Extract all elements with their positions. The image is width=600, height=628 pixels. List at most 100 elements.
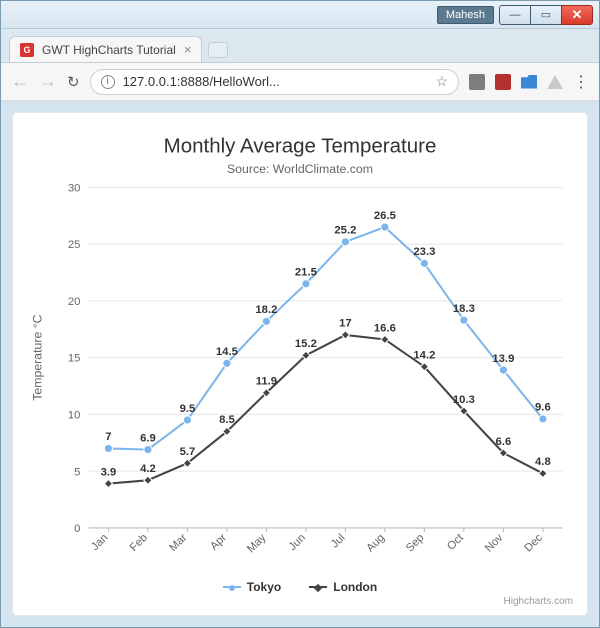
browser-window: Mahesh — ▭ ✕ G GWT HighCharts Tutorial ×… <box>0 0 600 628</box>
data-point[interactable] <box>262 317 270 325</box>
page-content: Monthly Average Temperature Source: World… <box>1 101 599 627</box>
extension-icon-2[interactable] <box>495 74 511 90</box>
data-point[interactable] <box>341 238 349 246</box>
x-tick-label: Sep <box>404 532 427 555</box>
extension-icon-1[interactable] <box>469 74 485 90</box>
data-label: 15.2 <box>295 338 317 350</box>
data-label: 4.8 <box>535 456 551 468</box>
chart-subtitle: Source: WorldClimate.com <box>227 162 373 176</box>
x-tick-label: Jan <box>89 532 110 553</box>
omnibox[interactable]: i 127.0.0.1:8888/HelloWorl... ☆ <box>90 69 459 95</box>
browser-menu-icon[interactable]: ⋮ <box>573 72 589 92</box>
url-text: 127.0.0.1:8888/HelloWorl... <box>123 74 428 89</box>
y-tick-label: 15 <box>68 353 81 365</box>
window-controls: — ▭ ✕ <box>500 5 593 25</box>
data-point[interactable] <box>223 359 231 367</box>
new-tab-button[interactable] <box>208 42 228 58</box>
browser-toolbar: ← → ↻ i 127.0.0.1:8888/HelloWorl... ☆ ⋮ <box>1 63 599 101</box>
back-button[interactable]: ← <box>11 71 29 92</box>
data-point[interactable] <box>381 223 389 231</box>
legend-swatch-icon <box>223 586 241 588</box>
x-tick-label: Mar <box>167 532 189 554</box>
chart-legend: Tokyo London <box>23 574 577 596</box>
data-label: 11.9 <box>256 376 277 388</box>
x-tick-label: Nov <box>483 532 506 555</box>
data-label: 25.2 <box>334 225 356 237</box>
chart-credits: Highcharts.com <box>23 596 577 607</box>
x-tick-label: Jul <box>329 532 348 551</box>
legend-swatch-icon <box>309 586 327 588</box>
legend-item[interactable]: Tokyo <box>223 580 281 594</box>
chart-card: Monthly Average Temperature Source: World… <box>13 113 587 615</box>
reload-button[interactable]: ↻ <box>67 73 80 91</box>
data-label: 4.2 <box>140 463 156 475</box>
data-label: 7 <box>105 431 111 443</box>
data-label: 26.5 <box>374 210 396 222</box>
data-label: 23.3 <box>413 246 435 258</box>
tab-title: GWT HighCharts Tutorial <box>42 43 176 57</box>
x-tick-label: Feb <box>128 532 150 554</box>
user-badge: Mahesh <box>437 6 494 24</box>
data-label: 8.5 <box>219 414 235 426</box>
data-point[interactable] <box>183 416 191 424</box>
data-label: 5.7 <box>180 446 196 458</box>
x-tick-label: Jun <box>287 532 308 553</box>
data-label: 17 <box>339 318 352 330</box>
y-axis-label: Temperature °C <box>30 314 44 400</box>
data-label: 6.9 <box>140 432 156 444</box>
favicon-icon: G <box>20 43 34 57</box>
data-label: 18.2 <box>255 304 277 316</box>
data-label: 18.3 <box>453 303 475 315</box>
line-chart: Monthly Average Temperature Source: World… <box>23 131 577 574</box>
chart-title: Monthly Average Temperature <box>164 134 437 157</box>
minimize-button[interactable]: — <box>499 5 531 25</box>
data-point[interactable] <box>104 444 112 452</box>
data-label: 13.9 <box>492 353 514 365</box>
data-point[interactable] <box>144 445 152 453</box>
data-label: 14.5 <box>216 346 238 358</box>
data-point[interactable] <box>144 476 152 484</box>
data-label: 21.5 <box>295 267 317 279</box>
maximize-button[interactable]: ▭ <box>530 5 562 25</box>
data-point[interactable] <box>302 280 310 288</box>
series-line <box>108 227 542 450</box>
x-tick-label: Dec <box>522 532 545 555</box>
close-button[interactable]: ✕ <box>561 5 593 25</box>
legend-item[interactable]: London <box>309 580 377 594</box>
data-label: 3.9 <box>101 466 117 478</box>
tab-close-icon[interactable]: × <box>184 42 192 57</box>
data-point[interactable] <box>341 331 349 339</box>
folder-icon[interactable] <box>521 75 537 89</box>
y-tick-label: 5 <box>74 466 80 478</box>
data-point[interactable] <box>499 366 507 374</box>
drive-icon[interactable] <box>547 75 563 89</box>
data-point[interactable] <box>460 316 468 324</box>
legend-label: London <box>333 580 377 594</box>
data-label: 9.6 <box>535 402 551 414</box>
data-label: 6.6 <box>496 436 512 448</box>
data-point[interactable] <box>539 415 547 423</box>
data-point[interactable] <box>539 469 547 477</box>
forward-button[interactable]: → <box>39 71 57 92</box>
bookmark-star-icon[interactable]: ☆ <box>435 73 448 90</box>
data-label: 14.2 <box>413 350 435 362</box>
x-tick-label: Aug <box>364 532 387 555</box>
y-tick-label: 25 <box>68 239 81 251</box>
window-titlebar: Mahesh — ▭ ✕ <box>1 1 599 29</box>
y-tick-label: 0 <box>74 523 80 535</box>
browser-tab[interactable]: G GWT HighCharts Tutorial × <box>9 36 202 62</box>
y-tick-label: 10 <box>68 410 81 422</box>
data-point[interactable] <box>420 259 428 267</box>
y-tick-label: 20 <box>68 296 81 308</box>
x-tick-label: Apr <box>208 532 229 553</box>
x-tick-label: Oct <box>445 531 466 552</box>
y-tick-label: 30 <box>68 182 81 194</box>
data-label: 9.5 <box>180 403 196 415</box>
x-tick-label: May <box>245 532 269 556</box>
tab-strip: G GWT HighCharts Tutorial × <box>1 29 599 63</box>
data-label: 10.3 <box>453 394 475 406</box>
data-point[interactable] <box>104 480 112 488</box>
data-label: 16.6 <box>374 322 396 334</box>
legend-label: Tokyo <box>247 580 281 594</box>
site-info-icon[interactable]: i <box>101 75 115 89</box>
